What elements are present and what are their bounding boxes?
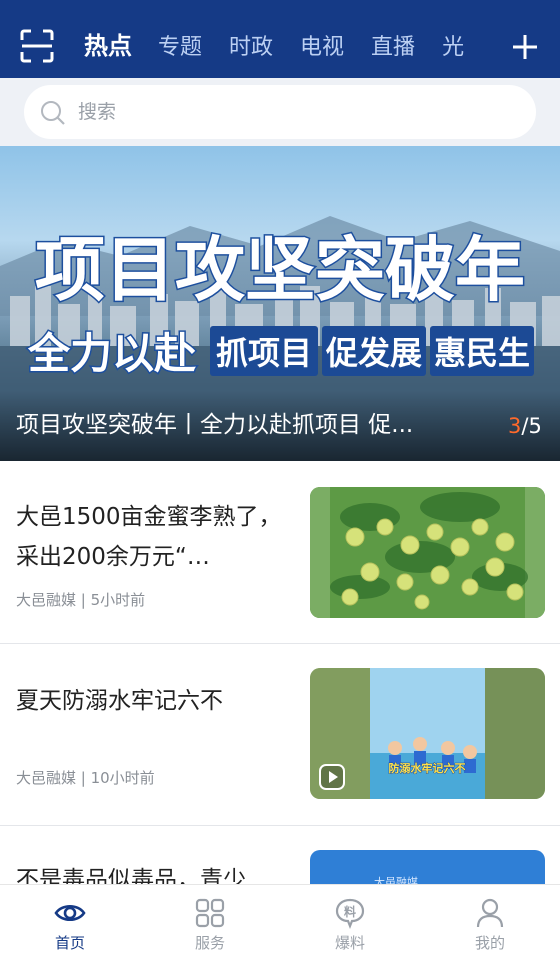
tab-live[interactable]: 直播 — [371, 28, 415, 66]
banner-tag-3: 惠民生 — [434, 334, 530, 372]
tip-off-icon-text: 料 — [344, 904, 356, 919]
grid-icon — [195, 898, 225, 928]
bottom-nav: 首页 服务 料 爆料 我的 — [0, 884, 560, 962]
news-title[interactable]: 大邑1500亩金蜜李熟了，采出200余万元“… — [16, 497, 286, 577]
news-meta: 大邑融媒 | 10小时前 — [16, 769, 155, 787]
nav-profile-label: 我的 — [474, 934, 505, 952]
banner-slogan: 全力以赴 — [27, 329, 196, 378]
nav-tip-off-label: 爆料 — [334, 934, 365, 952]
tip-off-icon: 料 — [335, 898, 365, 929]
search-bar: 搜索 — [0, 78, 560, 146]
tab-hot[interactable]: 热点 — [84, 26, 132, 66]
search-placeholder: 搜索 — [78, 101, 117, 123]
nav-services-label: 服务 — [194, 934, 225, 952]
banner-page-current: 3 — [508, 414, 522, 438]
search-input[interactable]: 搜索 — [24, 85, 536, 139]
nav-home[interactable]: 首页 — [0, 885, 140, 962]
news-thumbnail[interactable] — [310, 487, 545, 618]
nav-tip-off[interactable]: 料 爆料 — [280, 885, 420, 962]
eye-icon — [54, 904, 86, 922]
plus-icon[interactable] — [512, 34, 538, 60]
news-meta: 大邑融媒 | 5小时前 — [16, 591, 146, 609]
news-title[interactable]: 夏天防溺水牢记六不 — [16, 681, 286, 721]
banner-caption[interactable]: 项目攻坚突破年丨全力以赴抓项目 促... — [16, 408, 486, 442]
banner-pagination: 3/5 — [508, 410, 542, 442]
banner-page-total: /5 — [521, 414, 542, 438]
nav-services[interactable]: 服务 — [140, 885, 280, 962]
news-item[interactable]: 大邑1500亩金蜜李熟了，采出200余万元“… 大邑融媒 | 5小时前 — [0, 461, 560, 644]
nav-home-label: 首页 — [54, 934, 85, 952]
play-icon[interactable] — [319, 764, 345, 790]
news-item[interactable]: 夏天防溺水牢记六不 大邑融媒 | 10小时前 防溺水牢记六不 — [0, 644, 560, 826]
tab-politics[interactable]: 时政 — [229, 28, 273, 66]
user-icon — [476, 898, 504, 928]
channel-tabs: 热点 专题 时政 电视 直播光 — [84, 26, 500, 66]
video-thumbnail-image: 防溺水牢记六不 — [310, 668, 545, 799]
tab-more[interactable]: 光 — [442, 28, 464, 66]
video-thumbnail-caption: 防溺水牢记六不 — [389, 761, 466, 775]
tab-tv[interactable]: 电视 — [300, 28, 344, 66]
scan-icon[interactable] — [20, 29, 54, 63]
top-header: 热点 专题 时政 电视 直播光 — [0, 0, 560, 78]
banner-carousel[interactable]: 项目攻坚突破年 全力以赴 抓项目 促发展 惠民生 项目攻坚突破年丨全力以赴抓项目… — [0, 146, 560, 461]
nav-profile[interactable]: 我的 — [420, 885, 560, 962]
news-thumbnail[interactable]: 防溺水牢记六不 — [310, 668, 545, 799]
banner-tag-1: 抓项目 — [216, 334, 312, 372]
banner-headline: 项目攻坚突破年 — [35, 229, 525, 311]
search-icon — [41, 101, 65, 125]
tab-topics[interactable]: 专题 — [158, 28, 202, 66]
banner-tag-2: 促发展 — [325, 334, 422, 372]
plum-tree-image — [310, 487, 545, 618]
